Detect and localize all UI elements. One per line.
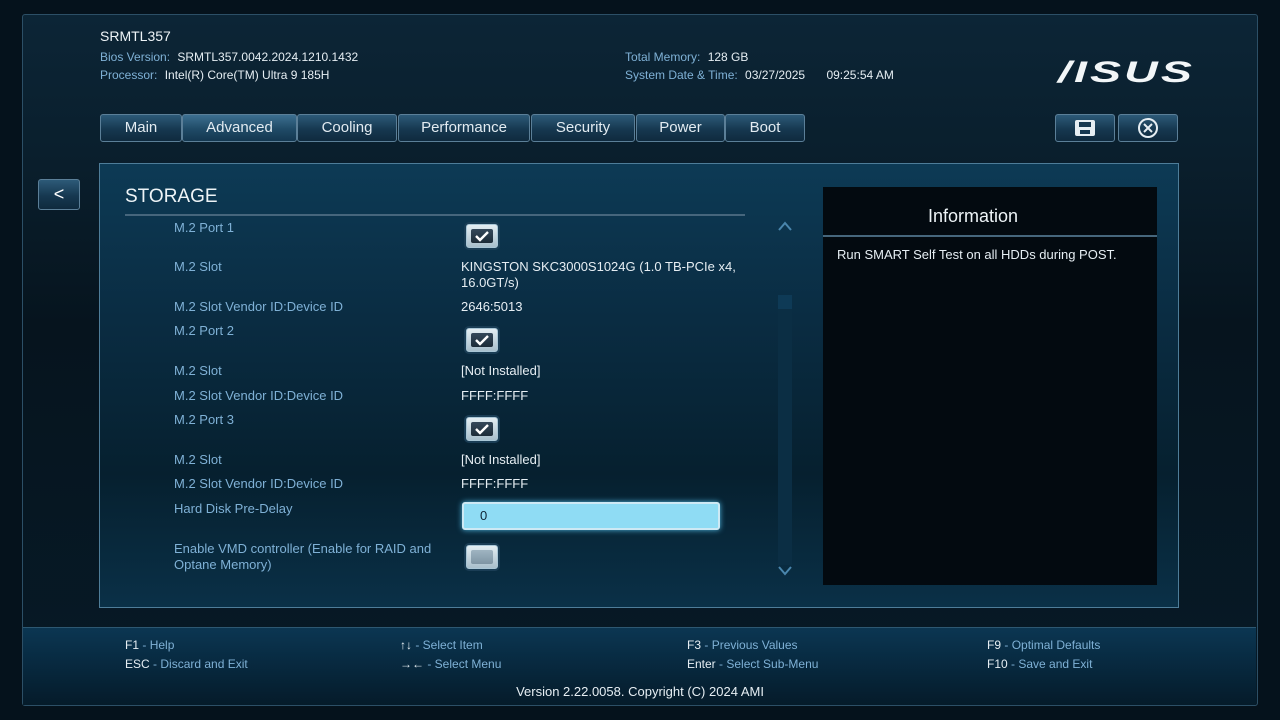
key: ESC xyxy=(125,657,150,671)
time-value: 09:25:54 AM xyxy=(826,68,894,82)
m2-port-3-checkbox[interactable] xyxy=(466,417,498,441)
info-text: Run SMART Self Test on all HDDs during P… xyxy=(837,247,1117,262)
close-circle-icon xyxy=(1138,118,1158,138)
key-desc: Select Menu xyxy=(434,657,502,671)
bios-version-value: SRMTL357.0042.2024.1210.1432 xyxy=(177,50,359,64)
key: F1 xyxy=(125,638,140,652)
check-icon xyxy=(475,335,489,346)
previous-values-key-hint: F3 - Previous Values xyxy=(687,638,798,652)
system-datetime: System Date & Time: 03/27/2025 09:25:54 … xyxy=(625,68,894,82)
key: →← xyxy=(400,657,424,671)
save-button[interactable] xyxy=(1055,114,1115,142)
section-title: STORAGE xyxy=(125,186,218,207)
key-desc: Previous Values xyxy=(711,638,798,652)
row-label-m2-port-2: M.2 Port 2 xyxy=(174,323,234,338)
m2-port-1-checkbox[interactable] xyxy=(466,224,498,248)
processor-label: Processor: xyxy=(100,68,158,82)
key-desc: Discard and Exit xyxy=(160,657,248,671)
tab-main[interactable]: Main xyxy=(100,114,182,142)
section-divider xyxy=(125,214,745,216)
asus-logo: /ISUS xyxy=(1058,56,1195,89)
row-value-vendor-id: FFFF:FFFF xyxy=(461,476,529,491)
row-label-m2-port-3: M.2 Port 3 xyxy=(174,412,234,427)
key: Enter xyxy=(687,657,716,671)
model-name: SRMTL357 xyxy=(100,28,171,44)
tab-power[interactable]: Power xyxy=(636,114,725,142)
row-value-m2-slot: KINGSTON SKC3000S1024G (1.0 TB-PCIe x4, … xyxy=(461,259,736,290)
scrollbar-track[interactable] xyxy=(778,295,792,565)
save-icon xyxy=(1075,120,1095,136)
row-label-m2-slot: M.2 Slot xyxy=(174,452,222,467)
select-submenu-key-hint: Enter - Select Sub-Menu xyxy=(687,657,819,671)
date-value: 03/27/2025 xyxy=(745,68,806,82)
memory-value: 128 GB xyxy=(707,50,749,64)
version-text: Version 2.22.0058. Copyright (C) 2024 AM… xyxy=(516,684,764,699)
key-desc: Select Item xyxy=(422,638,483,652)
scroll-down-icon[interactable] xyxy=(778,565,792,577)
row-label-vendor-id: M.2 Slot Vendor ID:Device ID xyxy=(174,476,344,491)
datetime-label: System Date & Time: xyxy=(625,68,738,82)
row-label-vmd-controller: Enable VMD controller (Enable for RAID a… xyxy=(174,541,432,572)
tab-cooling[interactable]: Cooling xyxy=(297,114,397,142)
back-button[interactable]: < xyxy=(38,179,80,210)
select-item-key-hint: ↑↓ - Select Item xyxy=(400,638,483,652)
scroll-up-icon[interactable] xyxy=(778,220,792,232)
tab-security[interactable]: Security xyxy=(531,114,635,142)
hdd-predelay-input[interactable]: 0 xyxy=(462,502,720,530)
row-value-vendor-id: FFFF:FFFF xyxy=(461,388,529,403)
save-exit-key-hint: F10 - Save and Exit xyxy=(987,657,1093,671)
total-memory: Total Memory: 128 GB xyxy=(625,50,748,64)
info-title: Information xyxy=(927,206,1019,226)
tab-boot[interactable]: Boot xyxy=(725,114,805,142)
vmd-controller-checkbox[interactable] xyxy=(466,545,498,569)
select-menu-key-hint: →← - Select Menu xyxy=(400,657,502,671)
row-value-vendor-id: 2646:5013 xyxy=(461,299,523,314)
row-label-vendor-id: M.2 Slot Vendor ID:Device ID xyxy=(174,299,344,314)
row-value-m2-slot: [Not Installed] xyxy=(461,452,541,467)
key-desc: Optimal Defaults xyxy=(1011,638,1101,652)
row-label-hdd-predelay: Hard Disk Pre-Delay xyxy=(174,501,293,516)
memory-label: Total Memory: xyxy=(625,50,701,64)
key: F9 xyxy=(987,638,1002,652)
m2-port-2-checkbox[interactable] xyxy=(466,328,498,352)
optimal-defaults-key-hint: F9 - Optimal Defaults xyxy=(987,638,1101,652)
row-label-vendor-id: M.2 Slot Vendor ID:Device ID xyxy=(174,388,344,403)
key: F3 xyxy=(687,638,702,652)
row-label-m2-slot: M.2 Slot xyxy=(174,363,222,378)
exit-button[interactable] xyxy=(1118,114,1178,142)
row-label-m2-slot: M.2 Slot xyxy=(174,259,222,274)
key-desc: Select Sub-Menu xyxy=(726,657,819,671)
processor: Processor: Intel(R) Core(TM) Ultra 9 185… xyxy=(100,68,329,82)
row-label-m2-port-1: M.2 Port 1 xyxy=(174,220,234,235)
check-icon xyxy=(475,424,489,435)
key: F10 xyxy=(987,657,1008,671)
bios-version-label: Bios Version: xyxy=(100,50,171,64)
row-value-m2-slot: [Not Installed] xyxy=(461,363,541,378)
key-desc: Save and Exit xyxy=(1018,657,1093,671)
tab-advanced[interactable]: Advanced xyxy=(182,114,297,142)
check-icon xyxy=(475,231,489,242)
key: ↑↓ xyxy=(400,638,412,652)
discard-exit-key-hint: ESC - Discard and Exit xyxy=(125,657,248,671)
help-key-hint: F1 - Help xyxy=(125,638,175,652)
bios-version: Bios Version: SRMTL357.0042.2024.1210.14… xyxy=(100,50,358,64)
tab-performance[interactable]: Performance xyxy=(398,114,530,142)
scrollbar-thumb[interactable] xyxy=(778,295,792,309)
key-desc: Help xyxy=(149,638,175,652)
info-divider xyxy=(823,235,1157,237)
processor-value: Intel(R) Core(TM) Ultra 9 185H xyxy=(164,68,330,82)
